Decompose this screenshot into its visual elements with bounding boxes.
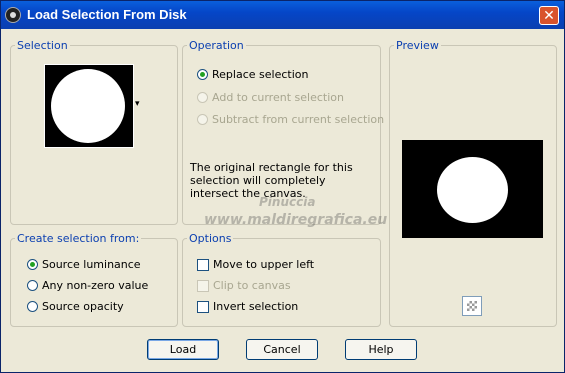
radio-button[interactable] — [27, 259, 38, 270]
radio-add-selection[interactable]: Add to current selection — [197, 91, 344, 104]
close-button[interactable]: ✕ — [539, 6, 559, 25]
selection-dropdown-arrow-icon[interactable]: ▾ — [135, 99, 140, 109]
thumbnail-circle — [51, 69, 125, 143]
radio-label: Source opacity — [42, 300, 124, 313]
radio-button[interactable] — [197, 114, 208, 125]
radio-button[interactable] — [197, 69, 208, 80]
radio-label: Add to current selection — [212, 91, 344, 104]
selection-legend: Selection — [15, 39, 70, 52]
radio-subtract-selection[interactable]: Subtract from current selection — [197, 113, 384, 126]
operation-legend: Operation — [187, 39, 246, 52]
radio-button[interactable] — [27, 301, 38, 312]
dialog-window: Load Selection From Disk ✕ Selection ▾ O… — [0, 0, 565, 373]
watermark-url: www.maldiregrafica.eu — [204, 212, 388, 228]
options-legend: Options — [187, 232, 234, 245]
watermark-name: Pinuccia — [259, 195, 316, 209]
radio-source-luminance[interactable]: Source luminance — [27, 258, 141, 271]
checkbox-label: Move to upper left — [213, 258, 315, 271]
preview-circle — [437, 157, 508, 223]
radio-any-nonzero[interactable]: Any non-zero value — [27, 279, 148, 292]
checkbox[interactable] — [197, 258, 209, 271]
preview-image — [402, 140, 543, 238]
radio-button[interactable] — [197, 92, 208, 103]
checkbox-label: Clip to canvas — [213, 279, 291, 292]
radio-source-opacity[interactable]: Source opacity — [27, 300, 124, 313]
app-icon — [5, 7, 21, 23]
cancel-button[interactable]: Cancel — [246, 339, 318, 360]
checkbox[interactable] — [197, 300, 209, 313]
checkbox-invert-selection[interactable]: Invert selection — [197, 300, 298, 313]
radio-replace-selection[interactable]: Replace selection — [197, 68, 308, 81]
checkbox-move-upper-left[interactable]: Move to upper left — [197, 258, 314, 271]
radio-label: Any non-zero value — [42, 279, 149, 292]
radio-button[interactable] — [27, 280, 38, 291]
radio-label: Source luminance — [42, 258, 141, 271]
help-button[interactable]: Help — [345, 339, 417, 360]
create-selection-legend: Create selection from: — [15, 232, 142, 245]
radio-label: Replace selection — [212, 68, 309, 81]
checkbox-label: Invert selection — [213, 300, 299, 313]
title-bar[interactable]: Load Selection From Disk ✕ — [1, 1, 564, 29]
checkbox[interactable] — [197, 279, 209, 292]
window-title: Load Selection From Disk — [27, 7, 187, 22]
transparency-toggle-icon[interactable] — [462, 296, 482, 316]
checkbox-clip-to-canvas[interactable]: Clip to canvas — [197, 279, 291, 292]
preview-legend: Preview — [394, 39, 441, 52]
radio-label: Subtract from current selection — [212, 113, 385, 126]
load-button[interactable]: Load — [147, 339, 219, 360]
selection-thumbnail[interactable] — [44, 64, 134, 148]
